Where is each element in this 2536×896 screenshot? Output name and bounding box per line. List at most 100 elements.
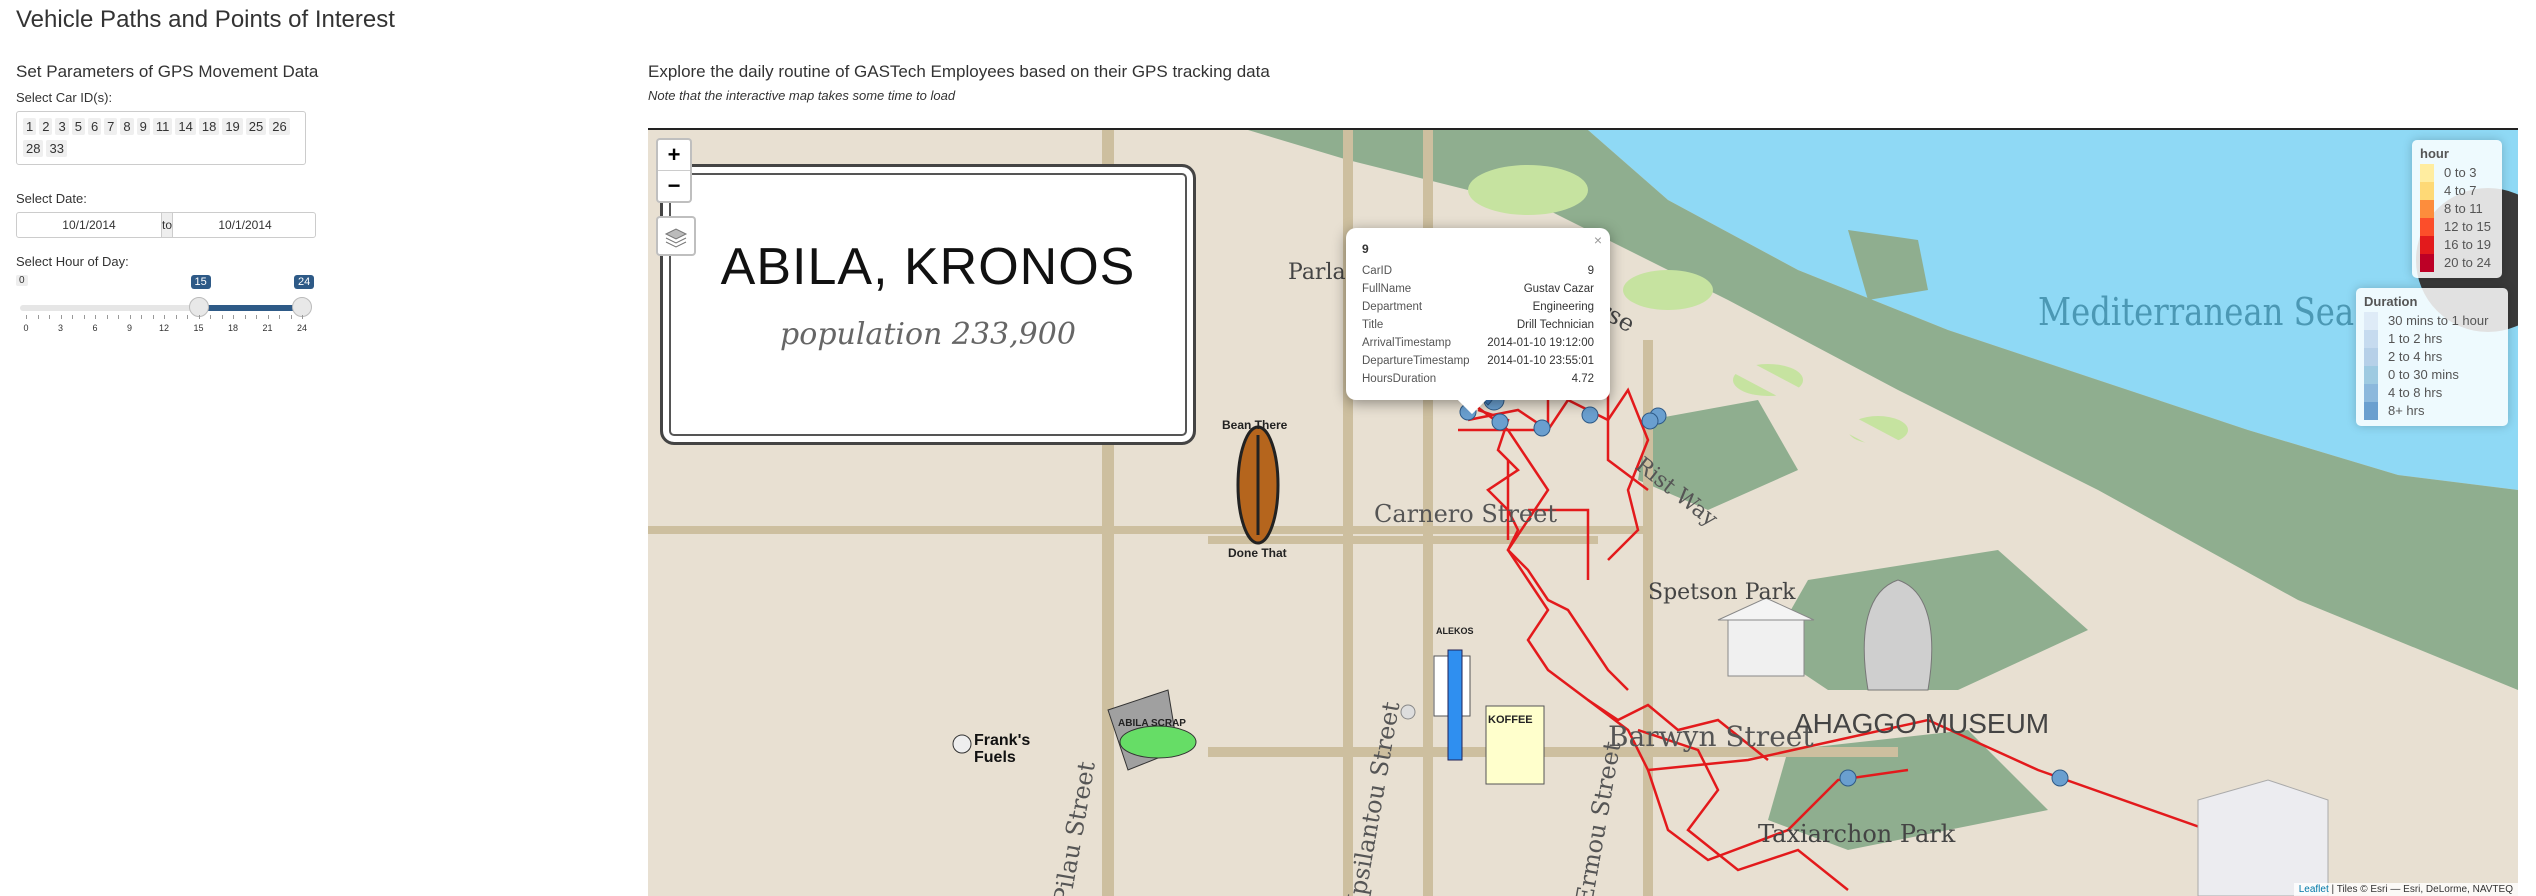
slider-tick-label: 15: [193, 323, 204, 333]
hour-legend-label: 12 to 15: [2444, 219, 2491, 234]
date-start-input[interactable]: [17, 213, 161, 237]
duration-legend-swatch: [2364, 384, 2378, 402]
hour-legend-label: 8 to 11: [2444, 201, 2483, 216]
slider-tick: [26, 315, 27, 319]
slider-tick-label: 18: [227, 323, 239, 333]
franks-label: Frank's: [974, 732, 1031, 749]
slider-tick: [129, 315, 131, 319]
duration-legend-title: Duration: [2364, 294, 2418, 309]
slider-tick-label: 24: [296, 323, 308, 333]
popup-row: DepartureTimestamp 2014-01-10 23:55:01: [1362, 352, 1594, 370]
slider-tick-label: 12: [158, 323, 170, 333]
date-label: Select Date:: [16, 191, 87, 206]
popup-row-key: DepartureTimestamp: [1362, 355, 1470, 367]
slider-from-handle[interactable]: [188, 297, 209, 317]
hour-legend-label: 16 to 19: [2444, 237, 2491, 252]
popup-close-button[interactable]: ×: [1594, 232, 1602, 248]
bean-there-label-top: Bean There: [1222, 418, 1288, 432]
popup-row: ArrivalTimestamp 2014-01-10 19:12:00: [1362, 334, 1594, 352]
hour-label: Select Hour of Day:: [16, 254, 129, 269]
popup-row-value: Gustav Cazar: [1523, 283, 1594, 295]
car-id-chip[interactable]: 11: [152, 118, 173, 135]
slider-tick: [302, 315, 303, 319]
popup-row: Department Engineering: [1362, 298, 1594, 316]
duration-legend-item: 4 to 8 hrs: [2364, 384, 2500, 402]
slider-tick: [210, 315, 211, 319]
popup-title: 9: [1362, 242, 1369, 256]
popup-row-value: 2014-01-10 19:12:00: [1487, 337, 1594, 349]
car-id-chip[interactable]: 9: [136, 118, 150, 135]
banner-subtitle: population 233,900: [780, 317, 1076, 352]
car-id-chip[interactable]: 3: [55, 118, 69, 135]
date-end-input[interactable]: [173, 213, 318, 237]
car-id-label: Select Car ID(s):: [16, 90, 113, 105]
duration-legend-label: 2 to 4 hrs: [2388, 349, 2443, 364]
slider-ticks: [26, 315, 303, 321]
popup-row-value: 2014-01-10 23:55:01: [1487, 355, 1594, 367]
leaflet-link[interactable]: Leaflet: [2299, 884, 2329, 895]
car-id-chip[interactable]: 1: [23, 118, 37, 135]
zoom-out-button[interactable]: −: [658, 170, 690, 201]
popup-row: Title Drill Technician: [1362, 316, 1594, 334]
slider-tick: [233, 315, 234, 319]
hour-legend-label: 20 to 24: [2444, 255, 2491, 270]
car-id-chip[interactable]: 14: [175, 118, 196, 135]
popup-row-key: Department: [1362, 301, 1423, 313]
car-id-chip[interactable]: 8: [120, 118, 134, 135]
car-id-chip[interactable]: 7: [104, 118, 118, 135]
ahaggo-museum-label: AHAGGO MUSEUM: [1794, 708, 2050, 739]
car-id-chip[interactable]: 33: [46, 140, 67, 157]
slider-min-label: 0: [16, 275, 28, 286]
map-panel-header: Explore the daily routine of GASTech Emp…: [648, 62, 2518, 103]
duration-legend-label: 4 to 8 hrs: [2388, 385, 2443, 400]
street-label-carnero: Carnero Street: [1374, 500, 1557, 528]
slider-tick: [37, 315, 39, 319]
hour-legend-swatch: [2420, 164, 2434, 182]
duration-legend-swatch: [2364, 348, 2378, 366]
slider-tick: [290, 315, 292, 319]
banner-title: ABILA, KRONOS: [720, 238, 1136, 296]
car-id-chip[interactable]: 28: [23, 140, 44, 157]
abila-scrap-label: ABILA SCRAP: [1118, 718, 1186, 729]
duration-legend: Duration 30 mins to 1 hour 1 to 2 hrs 2 to…: [2356, 288, 2508, 426]
slider-tick-label: 9: [126, 323, 133, 333]
car-id-chip[interactable]: 19: [222, 118, 243, 135]
slider-tick: [152, 315, 154, 319]
leaflet-map[interactable]: ABILA, KRONOS population 233,900 Mediter…: [648, 128, 2518, 896]
layers-control[interactable]: [656, 216, 696, 256]
car-id-chip[interactable]: 6: [87, 118, 102, 135]
zoom-in-button[interactable]: +: [658, 140, 690, 170]
duration-legend-item: 0 to 30 mins: [2364, 366, 2500, 384]
hour-legend-item: 8 to 11: [2420, 200, 2494, 218]
car-id-select[interactable]: 1 2 3 5 6 7 8 9 11 14 18 19 25 26 28 33: [16, 111, 306, 165]
hour-legend-title: hour: [2420, 146, 2449, 161]
koffee-label: KOFFEE: [1488, 714, 1533, 726]
slider-tick: [141, 315, 142, 319]
car-id-chip[interactable]: 18: [198, 118, 220, 135]
car-id-chip[interactable]: 2: [39, 118, 53, 135]
hour-legend-swatch: [2420, 218, 2434, 236]
popup-row-value: Engineering: [1532, 301, 1594, 313]
popup-row: HoursDuration 4.72: [1362, 370, 1594, 388]
duration-legend-swatch: [2364, 312, 2378, 330]
car-id-chip[interactable]: 25: [245, 118, 267, 135]
layers-icon: [664, 228, 688, 248]
slider-tick: [164, 315, 165, 319]
date-to-label: to: [161, 213, 174, 237]
attribution-text: | Tiles © Esri — Esri, DeLorme, NAVTEQ: [2328, 884, 2514, 895]
popup-row-key: CarID: [1362, 265, 1393, 277]
sea-label: Mediterranean Sea: [2038, 290, 2355, 334]
duration-legend-label: 30 mins to 1 hour: [2388, 313, 2489, 328]
popup-row-key: FullName: [1362, 283, 1412, 295]
hour-range-slider[interactable]: 0 15 24 0 3 6 9 12 15 18 21 24: [16, 275, 315, 333]
slider-tick: [267, 315, 269, 319]
car-id-chip[interactable]: 5: [71, 118, 85, 135]
hour-legend: hour 0 to 3 4 to 7 8 to 11 12 to 15 16 to 19…: [2412, 140, 2502, 278]
slider-tick: [83, 315, 85, 319]
alekos-label: ALEKOS: [1436, 626, 1474, 636]
slider-to-handle[interactable]: [292, 297, 312, 317]
slider-tick: [118, 315, 119, 319]
slider-tick: [187, 315, 188, 319]
hour-legend-label: 0 to 3: [2444, 165, 2477, 180]
car-id-chip[interactable]: 26: [269, 118, 290, 135]
